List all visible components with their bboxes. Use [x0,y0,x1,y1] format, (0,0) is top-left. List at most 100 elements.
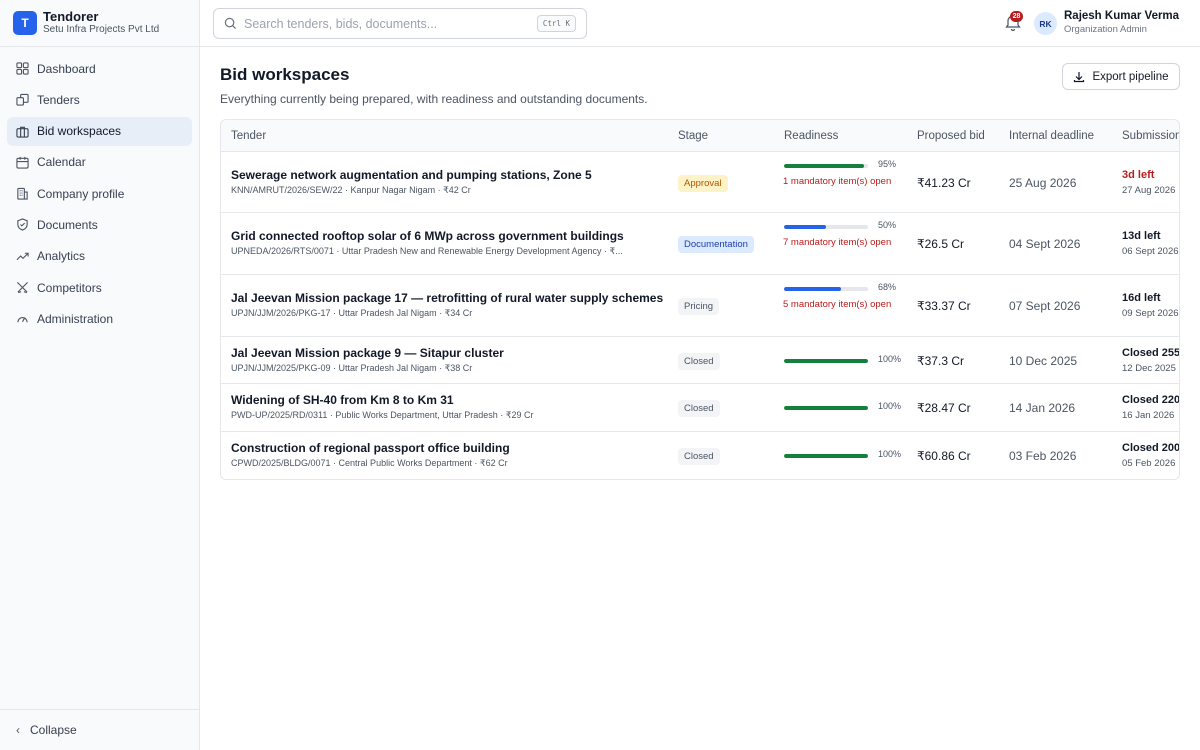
search-input[interactable]: Search tenders, bids, documents... Ctrl … [213,8,587,39]
stage-badge: Closed [678,400,720,417]
mandatory-items-warning[interactable]: 7 mandatory item(s) open [783,236,893,249]
tender-title[interactable]: Jal Jeevan Mission package 17 — retrofit… [231,291,663,305]
readiness-percent: 100% [878,448,902,459]
submission-status: 3d left [1122,168,1155,181]
brand-org: Setu Infra Projects Pvt Ltd [43,24,160,35]
proposed-bid: ₹60.86 Cr [917,448,971,463]
tender-meta: UPJN/JJM/2026/PKG-17 · Uttar Pradesh Jal… [231,308,473,318]
table-row[interactable]: Grid connected rooftop solar of 6 MWp ac… [221,213,1179,275]
readiness-bar [784,287,868,291]
building-icon [15,187,29,201]
submission-date: 06 Sept 2026 [1122,246,1179,257]
brand[interactable]: T Tendorer Setu Infra Projects Pvt Ltd [0,0,199,47]
sidebar-item-documents[interactable]: Documents [7,210,192,239]
readiness-bar-fill [784,287,842,291]
proposed-bid: ₹28.47 Cr [917,401,971,415]
briefcase-icon [15,124,29,138]
header-readiness[interactable]: Readiness [784,130,838,142]
shield-icon [15,218,29,232]
brand-logo: T [13,11,37,35]
internal-deadline: 25 Aug 2026 [1009,175,1077,190]
user-role: Organization Admin [1064,24,1147,35]
table-row[interactable]: Jal Jeevan Mission package 17 — retrofit… [221,275,1179,337]
proposed-bid: ₹33.37 Cr [917,299,971,313]
readiness-percent: 68% [878,282,897,292]
readiness-bar-fill [784,406,868,410]
tender-meta: KNN/AMRUT/2026/SEW/22 · Kanpur Nagar Nig… [231,184,471,195]
header-tender[interactable]: Tender [231,130,266,142]
table-row[interactable]: Jal Jeevan Mission package 9 — Sitapur c… [221,337,1180,384]
stage-badge: Closed [678,352,720,370]
stage-badge: Closed [678,447,720,465]
sidebar-item-calendar[interactable]: Calendar [7,148,192,177]
sidebar: T Tendorer Setu Infra Projects Pvt Ltd D… [0,0,200,750]
avatar[interactable]: RK [1034,12,1057,35]
chevron-left-icon: ‹ [16,723,20,737]
internal-deadline: 07 Sept 2026 [1009,299,1081,313]
brand-name: Tendorer [43,9,99,24]
readiness-bar [784,164,868,168]
readiness-bar-fill [784,453,868,458]
readiness-percent: 95% [878,159,897,169]
header-proposed-bid[interactable]: Proposed bid [917,130,985,142]
stage-badge: Pricing [678,298,720,315]
page-subtitle: Everything currently being prepared, wit… [220,92,648,106]
readiness-bar [784,358,868,363]
notification-badge: 28 [1010,11,1023,22]
readiness-bar [784,406,868,410]
user-name[interactable]: Rajesh Kumar Verma [1064,10,1179,22]
readiness-bar-fill [784,358,868,363]
collapse-label: Collapse [30,723,77,737]
readiness-bar [784,453,868,458]
mandatory-items-warning[interactable]: 1 mandatory item(s) open [783,175,893,188]
sidebar-item-label: Tenders [37,92,80,107]
sidebar-item-tenders[interactable]: Tenders [7,85,192,114]
submission-date: 16 Jan 2026 [1122,410,1175,421]
tender-meta: UPJN/JJM/2025/PKG-09 · Uttar Pradesh Jal… [231,362,473,373]
internal-deadline: 14 Jan 2026 [1009,401,1076,415]
header-stage[interactable]: Stage [678,130,708,142]
sidebar-item-administration[interactable]: Administration [7,304,192,333]
swords-icon [15,281,29,295]
page-title: Bid workspaces [220,65,350,84]
tender-title[interactable]: Widening of SH-40 from Km 8 to Km 31 [231,393,454,407]
internal-deadline: 10 Dec 2025 [1009,353,1078,368]
sidebar-item-label: Administration [37,311,114,326]
proposed-bid: ₹26.5 Cr [917,237,964,251]
header-submission[interactable]: Submission [1122,130,1179,142]
table-header: Tender Stage Readiness Proposed bid Inte… [221,120,1179,152]
trend-icon [15,249,29,263]
submission-date: 09 Sept 2026 [1122,308,1179,319]
export-label: Export pipeline [1092,70,1169,83]
export-pipeline-button[interactable]: Export pipeline [1062,63,1180,90]
sidebar-item-competitors[interactable]: Competitors [7,273,192,302]
table-row[interactable]: Construction of regional passport office… [221,432,1180,479]
table-row[interactable]: Sewerage network augmentation and pumpin… [221,152,1179,213]
tenders-icon [15,93,29,107]
readiness-percent: 100% [878,401,902,411]
topbar: Search tenders, bids, documents... Ctrl … [200,0,1200,47]
tender-title[interactable]: Grid connected rooftop solar of 6 MWp ac… [231,229,624,243]
internal-deadline: 04 Sept 2026 [1009,237,1081,251]
sidebar-item-dashboard[interactable]: Dashboard [7,54,192,83]
sidebar-nav: Dashboard Tenders Bid workspaces Calenda… [0,47,199,333]
submission-status: Closed 220d [1122,394,1180,406]
header-internal-deadline[interactable]: Internal deadline [1009,130,1094,142]
collapse-button[interactable]: ‹ Collapse [0,709,199,750]
tender-meta: UPNEDA/2026/RTS/0071 · Uttar Pradesh New… [231,246,623,256]
sidebar-item-bid-workspaces[interactable]: Bid workspaces [7,116,192,146]
sidebar-item-analytics[interactable]: Analytics [7,242,192,271]
proposed-bid: ₹37.3 Cr [917,353,964,368]
sidebar-item-company-profile[interactable]: Company profile [7,179,192,208]
download-icon [1074,71,1085,82]
tender-title[interactable]: Construction of regional passport office… [231,441,510,455]
search-icon [224,17,237,30]
submission-status: Closed 255d [1122,346,1180,359]
tender-title[interactable]: Jal Jeevan Mission package 9 — Sitapur c… [231,346,504,360]
submission-status: Closed 200d [1122,441,1180,454]
tender-title[interactable]: Sewerage network augmentation and pumpin… [231,168,592,182]
sidebar-item-label: Competitors [37,280,102,295]
table-row[interactable]: Widening of SH-40 from Km 8 to Km 31 PWD-… [221,384,1180,432]
mandatory-items-warning[interactable]: 5 mandatory item(s) open [783,298,893,311]
readiness-percent: 100% [878,353,902,364]
